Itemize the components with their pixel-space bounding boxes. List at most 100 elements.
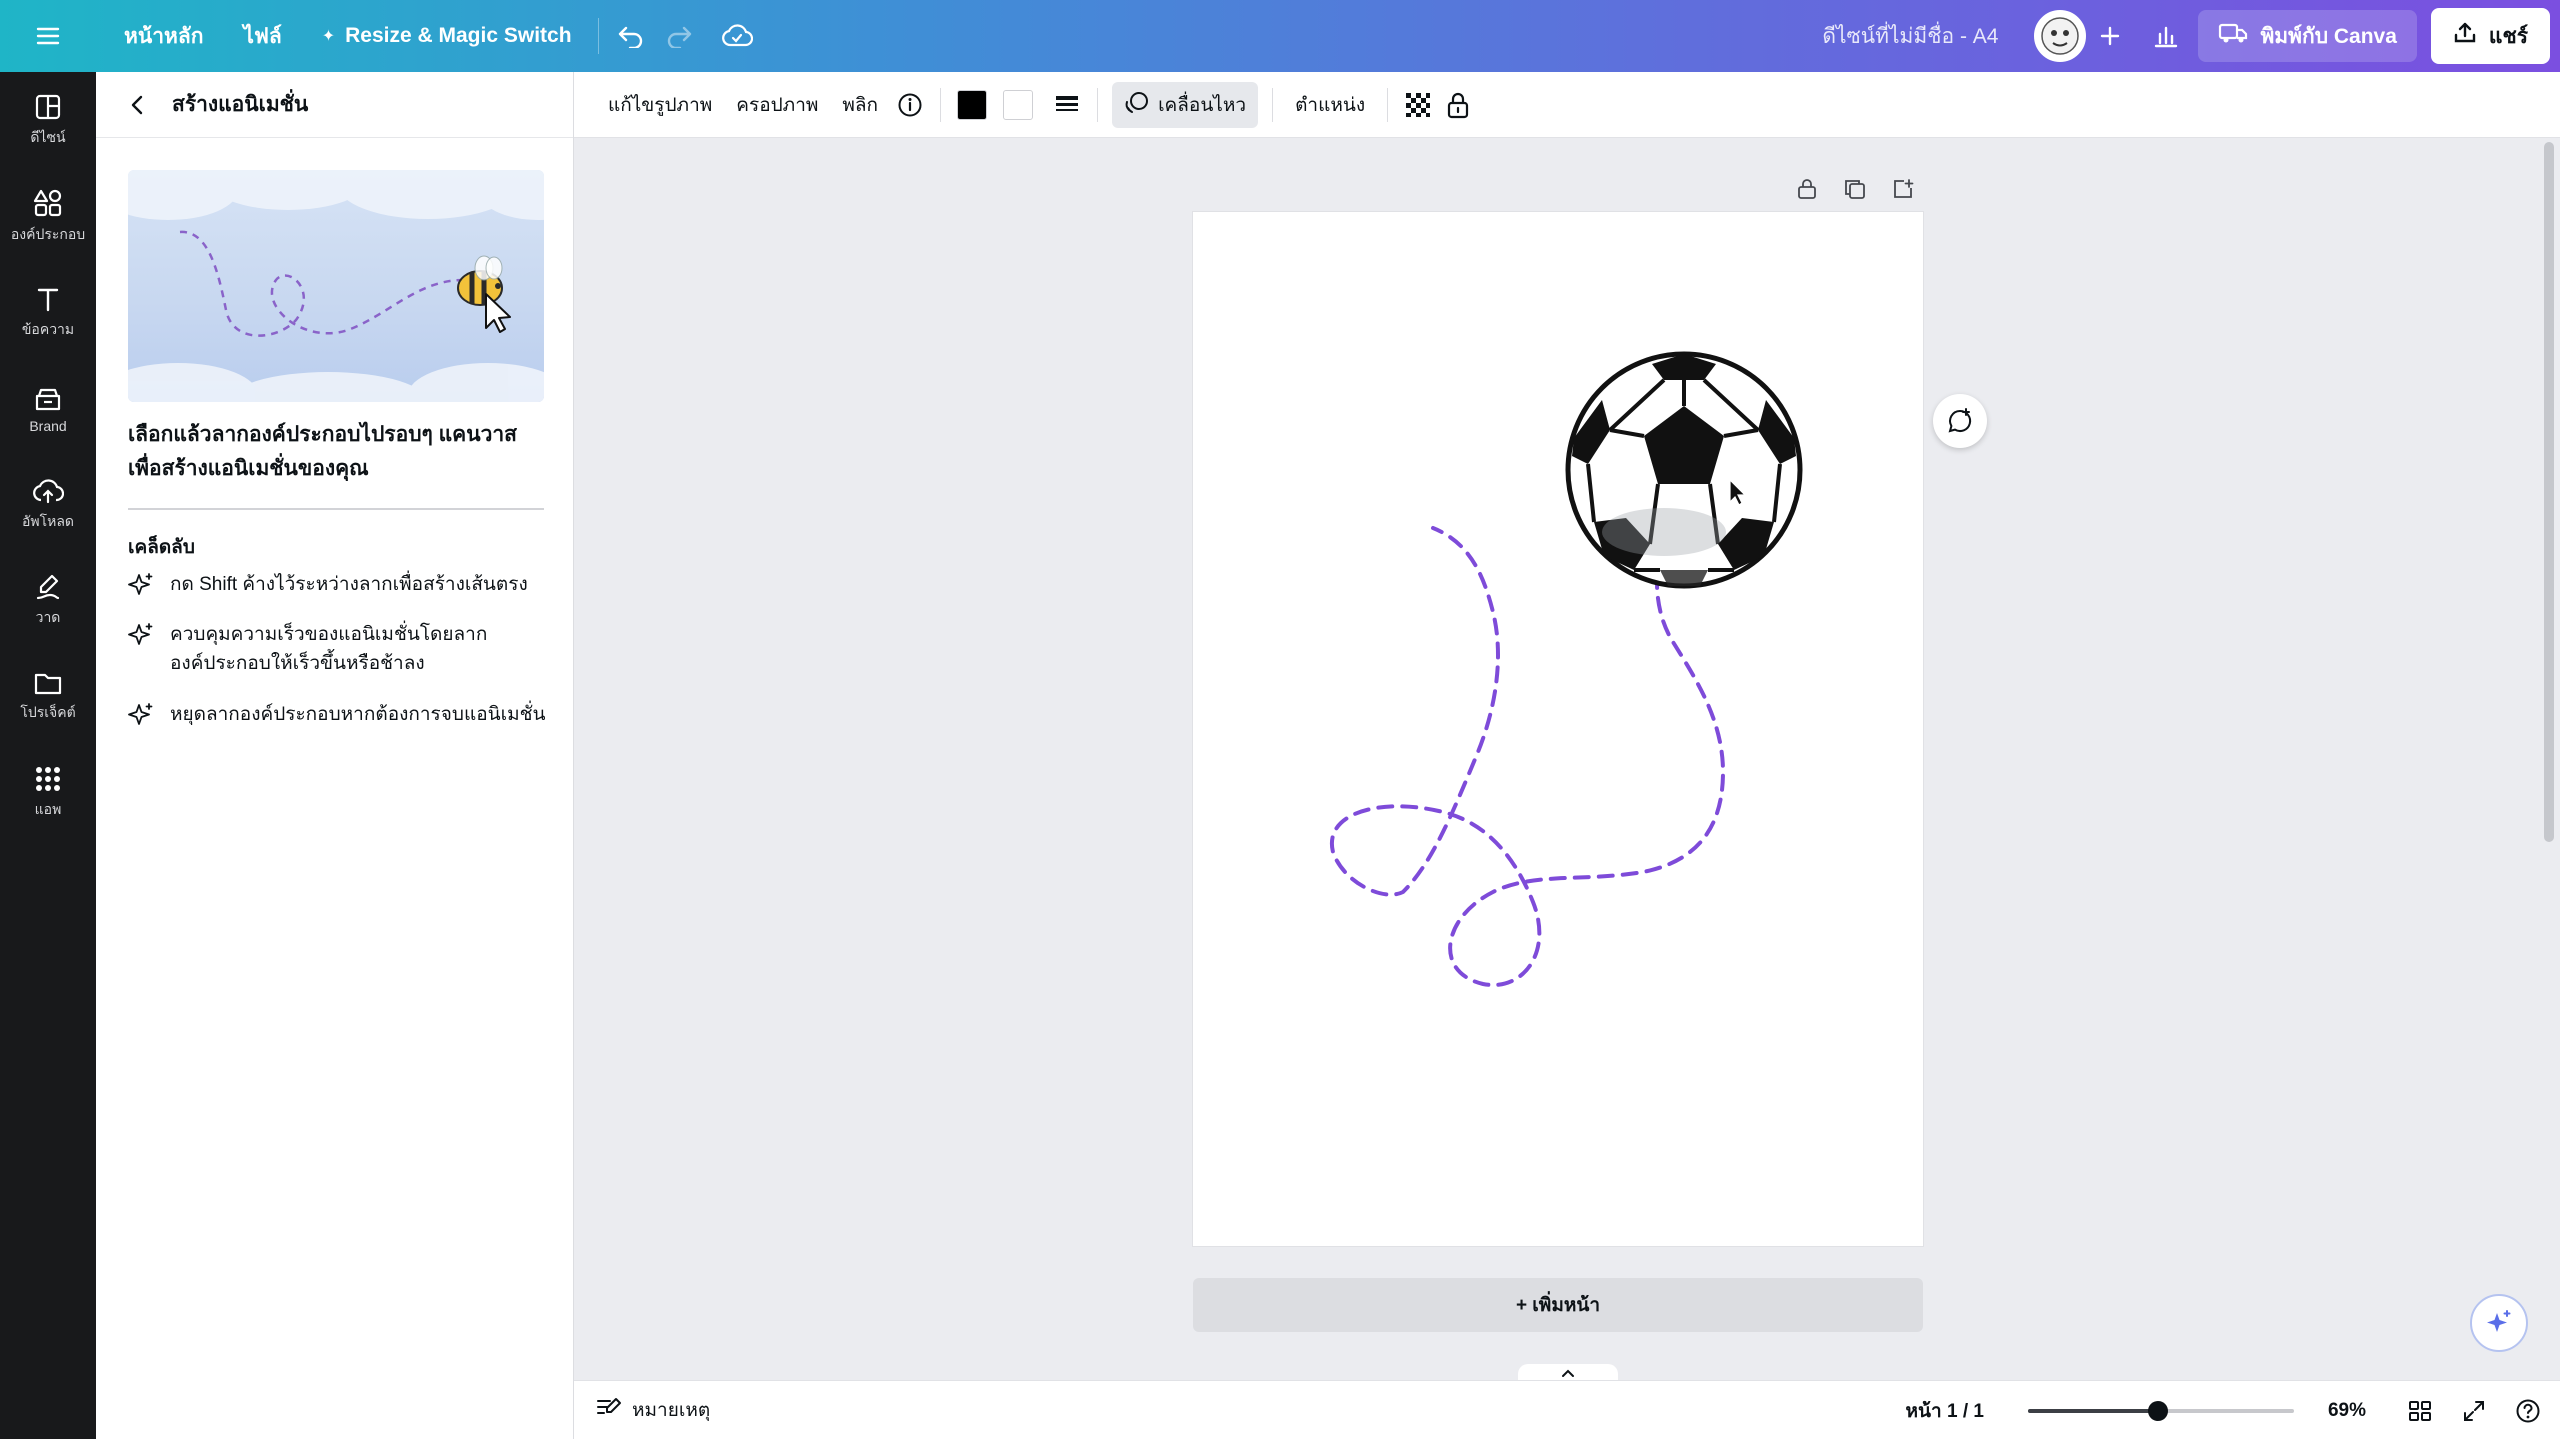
tip-text: หยุดลากองค์ประกอบหากต้องการจบแอนิเมชั่น (170, 704, 546, 725)
flip-button[interactable]: พลิก (830, 82, 890, 128)
divider (1097, 87, 1099, 122)
rail-item-uploads[interactable]: อัพโหลด (0, 460, 96, 550)
document-title[interactable]: ดีไซน์ที่ไม่มีชื่อ - A4 (1822, 20, 1998, 53)
page-indicator[interactable]: หน้า 1 / 1 (1906, 1396, 1984, 1426)
share-label: แชร์ (2488, 24, 2528, 48)
undo-icon[interactable] (607, 12, 655, 60)
lock-icon[interactable] (1438, 85, 1478, 125)
rail-item-apps[interactable]: แอพ (0, 748, 96, 838)
tip-item: หยุดลากองค์ประกอบหากต้องการจบแอนิเมชั่น (128, 700, 558, 737)
footer-bar: หมายเหตุ หน้า 1 / 1 69% (574, 1380, 2560, 1439)
home-button[interactable]: หน้าหลัก (106, 12, 221, 60)
print-with-canva-button[interactable]: พิมพ์กับ Canva (2198, 10, 2417, 62)
panel-header: สร้างแอนิเมชั่น (96, 72, 573, 138)
top-bar: หน้าหลัก ไฟล์ ✦ Resize & Magic Switch ดี… (0, 0, 2560, 72)
upload-share-icon (2453, 21, 2477, 51)
divider (128, 508, 544, 510)
page-tools (1790, 172, 1920, 206)
divider (597, 18, 599, 54)
rail-label: องค์ประกอบ (10, 226, 86, 242)
analytics-icon[interactable] (2142, 12, 2190, 60)
transparency-icon[interactable] (1398, 85, 1438, 125)
zoom-value[interactable]: 69% (2328, 1400, 2366, 1422)
rail-label: โปรเจ็คต์ (20, 704, 76, 720)
plus-icon[interactable] (2086, 12, 2134, 60)
design-page[interactable] (1193, 212, 1923, 1246)
brand-icon (35, 388, 61, 411)
rail-item-elements[interactable]: องค์ประกอบ (0, 172, 96, 262)
fullscreen-icon[interactable] (2454, 1391, 2494, 1431)
animate-button[interactable]: เคลื่อนไหว (1112, 81, 1259, 128)
layout-icon (35, 94, 61, 120)
notes-button[interactable]: หมายเหตุ (596, 1395, 710, 1425)
rail-label: แอพ (34, 801, 62, 817)
hamburger-icon[interactable] (24, 12, 72, 60)
cloud-saved-icon[interactable] (713, 12, 761, 60)
tips-title: เคล็ดลับ (128, 537, 195, 558)
rail-label: อัพโหลด (21, 513, 75, 529)
text-icon (37, 288, 59, 312)
back-chevron-icon[interactable] (122, 90, 152, 120)
divider (940, 87, 942, 122)
info-icon[interactable] (890, 85, 930, 125)
notes-icon (596, 1396, 622, 1424)
rail-label: วาด (35, 609, 61, 625)
color-swatch-white[interactable] (1003, 89, 1034, 120)
bee-icon (457, 255, 503, 306)
tip-text: กด Shift ค้างไว้ระหว่างลากเพื่อสร้างเส้น… (170, 574, 528, 595)
duplicate-page-icon[interactable] (1838, 172, 1872, 206)
soccer-ball-image[interactable] (1565, 351, 1803, 589)
rail-label: ดีไซน์ (30, 129, 66, 145)
animate-label: เคลื่อนไหว (1158, 94, 1247, 116)
add-page-icon[interactable] (1886, 172, 1920, 206)
color-swatch-black[interactable] (957, 89, 988, 120)
animation-preview-image (128, 170, 544, 402)
animate-icon (1124, 90, 1150, 120)
add-page-button[interactable]: + เพิ่มหน้า (1193, 1278, 1923, 1332)
sparkle-icon (128, 700, 170, 737)
left-rail: ดีไซน์ องค์ประกอบ ข้อความ Brand อัพโหลด … (0, 72, 96, 1439)
avatar[interactable] (2034, 10, 2087, 62)
divider (1272, 87, 1274, 122)
rail-item-brand[interactable]: Brand (0, 364, 96, 454)
draw-icon (36, 574, 60, 600)
rail-item-draw[interactable]: วาด (0, 556, 96, 646)
edit-image-button[interactable]: แก้ไขรูปภาพ (596, 82, 724, 128)
comment-add-icon[interactable] (1933, 394, 1987, 448)
redo-icon[interactable] (655, 12, 703, 60)
apps-icon (36, 767, 60, 791)
rail-label: ข้อความ (21, 321, 75, 337)
upload-icon (33, 479, 64, 504)
sparkle-icon (128, 570, 170, 607)
vertical-scrollbar[interactable] (2544, 142, 2554, 842)
help-icon[interactable] (2508, 1391, 2548, 1431)
tip-item: ควบคุมความเร็วของแอนิเมชั่นโดยลากองค์ประ… (128, 620, 558, 678)
sparkle-icon: ✦ (321, 28, 336, 45)
panel-description: เลือกแล้วลากองค์ประกอบไปรอบๆ แคนวาสเพื่อ… (128, 423, 517, 480)
rail-item-design[interactable]: ดีไซน์ (0, 76, 96, 166)
position-button[interactable]: ตำแหน่ง (1283, 82, 1377, 128)
share-button[interactable]: แชร์ (2430, 8, 2550, 64)
zoom-slider-thumb[interactable] (2148, 1400, 2169, 1421)
sparkle-icon (128, 620, 170, 678)
folder-icon (34, 673, 62, 695)
shapes-icon (33, 189, 62, 217)
print-label: พิมพ์กับ Canva (2260, 24, 2397, 48)
panel-title: สร้างแอนิเมชั่น (172, 93, 309, 116)
magic-assistant-icon[interactable] (2470, 1294, 2528, 1352)
lock-page-icon[interactable] (1790, 172, 1824, 206)
zoom-slider[interactable] (2027, 1400, 2294, 1421)
rail-item-text[interactable]: ข้อความ (0, 268, 96, 358)
file-menu-button[interactable]: ไฟล์ (225, 12, 299, 60)
tip-item: กด Shift ค้างไว้ระหว่างลากเพื่อสร้างเส้น… (128, 570, 558, 607)
truck-icon (2218, 21, 2248, 51)
line-weight-icon[interactable] (1047, 85, 1087, 125)
zoom-slider-fill (2027, 1408, 2159, 1413)
crop-button[interactable]: ครอปภาพ (724, 82, 830, 128)
grid-view-icon[interactable] (2400, 1391, 2440, 1431)
rail-item-projects[interactable]: โปรเจ็คต์ (0, 652, 96, 742)
resize-magic-switch-button[interactable]: ✦ Resize & Magic Switch (304, 12, 590, 60)
rail-label: Brand (29, 418, 67, 434)
tip-text: ควบคุมความเร็วของแอนิเมชั่นโดยลากองค์ประ… (170, 624, 488, 674)
context-toolbar: แก้ไขรูปภาพ ครอปภาพ พลิก เคลื่อนไหว ตำแห… (574, 72, 2560, 138)
